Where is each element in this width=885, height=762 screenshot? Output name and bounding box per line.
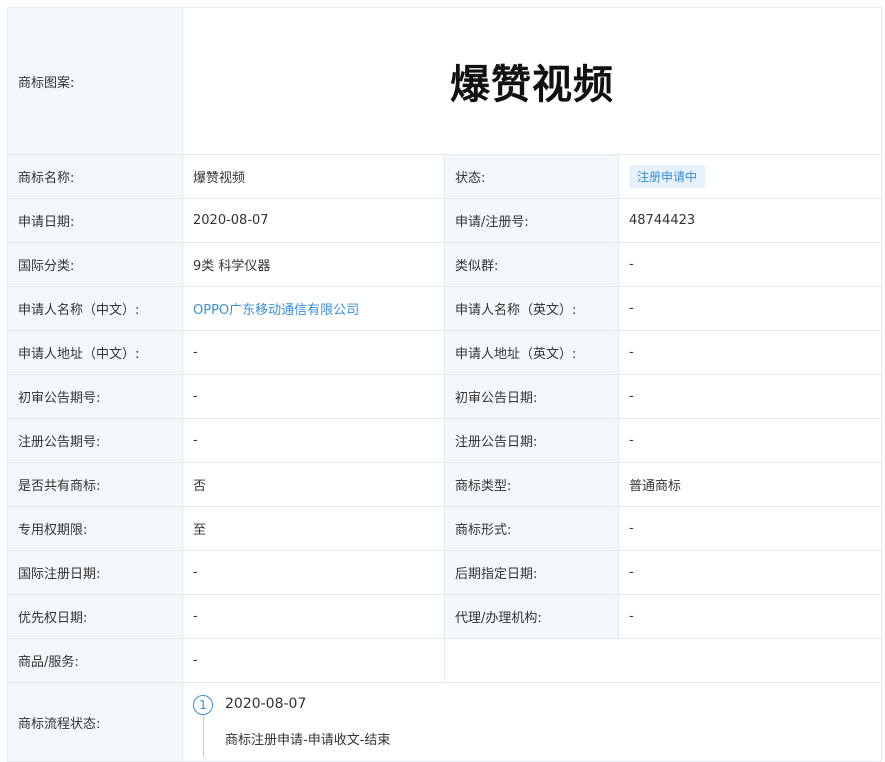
field-label: 优先权日期: [7, 594, 183, 639]
field-value: - [617, 330, 883, 375]
field-label: 是否共有商标: [7, 462, 183, 507]
field-label: 代理/办理机构: [444, 594, 619, 639]
step-description: 商标注册申请-申请收文-结束 [225, 733, 391, 748]
field-label: 申请人地址（中文）: [7, 330, 183, 375]
status-cell: 注册申请中 [617, 154, 883, 199]
field-label: 申请人名称（中文）: [7, 286, 183, 331]
trademark-name-value: 爆赞视频 [182, 154, 445, 199]
step-number-icon: 1 [193, 695, 213, 715]
flow-row: 商标流程状态: 1 2020-08-07 商标注册申请-申请收文-结束 [7, 682, 883, 762]
logo-row: 商标图案: 爆赞视频 [7, 7, 883, 155]
empty-cell [443, 638, 883, 683]
field-label: 商标形式: [444, 506, 619, 551]
field-value: - [617, 374, 883, 419]
table-row: 商标名称: 爆赞视频 状态: 注册申请中 [7, 154, 883, 199]
table-row: 是否共有商标: 否 商标类型: 普通商标 [7, 462, 883, 507]
field-value: - [182, 550, 445, 595]
field-value: - [617, 242, 883, 287]
applicant-name-link[interactable]: OPPO广东移动通信有限公司 [193, 303, 359, 318]
field-label: 后期指定日期: [444, 550, 619, 595]
field-label: 注册公告期号: [7, 418, 183, 463]
field-value: - [617, 594, 883, 639]
field-value: 9类 科学仪器 [182, 242, 445, 287]
logo-label: 商标图案: [7, 7, 183, 155]
field-value: 普通商标 [617, 462, 883, 507]
field-value: - [617, 506, 883, 551]
status-badge: 注册申请中 [629, 165, 706, 188]
trademark-detail-table: 商标图案: 爆赞视频 商标名称: 爆赞视频 状态: 注册申请中 申请日期: 20… [7, 7, 883, 762]
field-value: 2020-08-07 [182, 198, 445, 243]
flow-timeline: 1 2020-08-07 商标注册申请-申请收文-结束 [193, 687, 871, 757]
flow-cell: 1 2020-08-07 商标注册申请-申请收文-结束 [181, 682, 883, 762]
field-label: 商标类型: [444, 462, 619, 507]
applicant-cell: OPPO广东移动通信有限公司 [182, 286, 445, 331]
field-value: - [182, 594, 445, 639]
flow-label: 商标流程状态: [7, 682, 183, 762]
field-value: 48744423 [617, 198, 883, 243]
field-label: 申请/注册号: [444, 198, 619, 243]
field-value: - [617, 418, 883, 463]
table-row: 优先权日期: - 代理/办理机构: - [7, 594, 883, 639]
trademark-logo: 爆赞视频 [181, 7, 883, 155]
table-row: 注册公告期号: - 注册公告日期: - [7, 418, 883, 463]
field-label: 国际注册日期: [7, 550, 183, 595]
field-label: 申请人地址（英文）: [444, 330, 619, 375]
field-value: 至 [182, 506, 445, 551]
field-label: 状态: [444, 154, 619, 199]
field-label: 申请日期: [7, 198, 183, 243]
goods-value: - [182, 638, 445, 683]
field-label: 类似群: [444, 242, 619, 287]
timeline-line [203, 715, 204, 757]
step-date: 2020-08-07 [225, 696, 307, 712]
field-label: 国际分类: [7, 242, 183, 287]
table-row: 申请日期: 2020-08-07 申请/注册号: 48744423 [7, 198, 883, 243]
table-row: 国际分类: 9类 科学仪器 类似群: - [7, 242, 883, 287]
goods-label: 商品/服务: [7, 638, 183, 683]
table-row: 申请人地址（中文）: - 申请人地址（英文）: - [7, 330, 883, 375]
field-value: - [182, 374, 445, 419]
field-label: 初审公告期号: [7, 374, 183, 419]
field-value: 否 [182, 462, 445, 507]
table-row: 初审公告期号: - 初审公告日期: - [7, 374, 883, 419]
table-row: 国际注册日期: - 后期指定日期: - [7, 550, 883, 595]
trademark-logo-text: 爆赞视频 [450, 62, 615, 108]
table-row: 申请人名称（中文）: OPPO广东移动通信有限公司 申请人名称（英文）: - [7, 286, 883, 331]
field-value: - [617, 550, 883, 595]
field-value: - [617, 286, 883, 331]
field-value: - [182, 418, 445, 463]
field-label: 初审公告日期: [444, 374, 619, 419]
table-row: 专用权期限: 至 商标形式: - [7, 506, 883, 551]
field-label: 专用权期限: [7, 506, 183, 551]
field-label: 商标名称: [7, 154, 183, 199]
field-label: 申请人名称（英文）: [444, 286, 619, 331]
goods-row: 商品/服务: - [7, 638, 883, 683]
field-value: - [182, 330, 445, 375]
field-label: 注册公告日期: [444, 418, 619, 463]
